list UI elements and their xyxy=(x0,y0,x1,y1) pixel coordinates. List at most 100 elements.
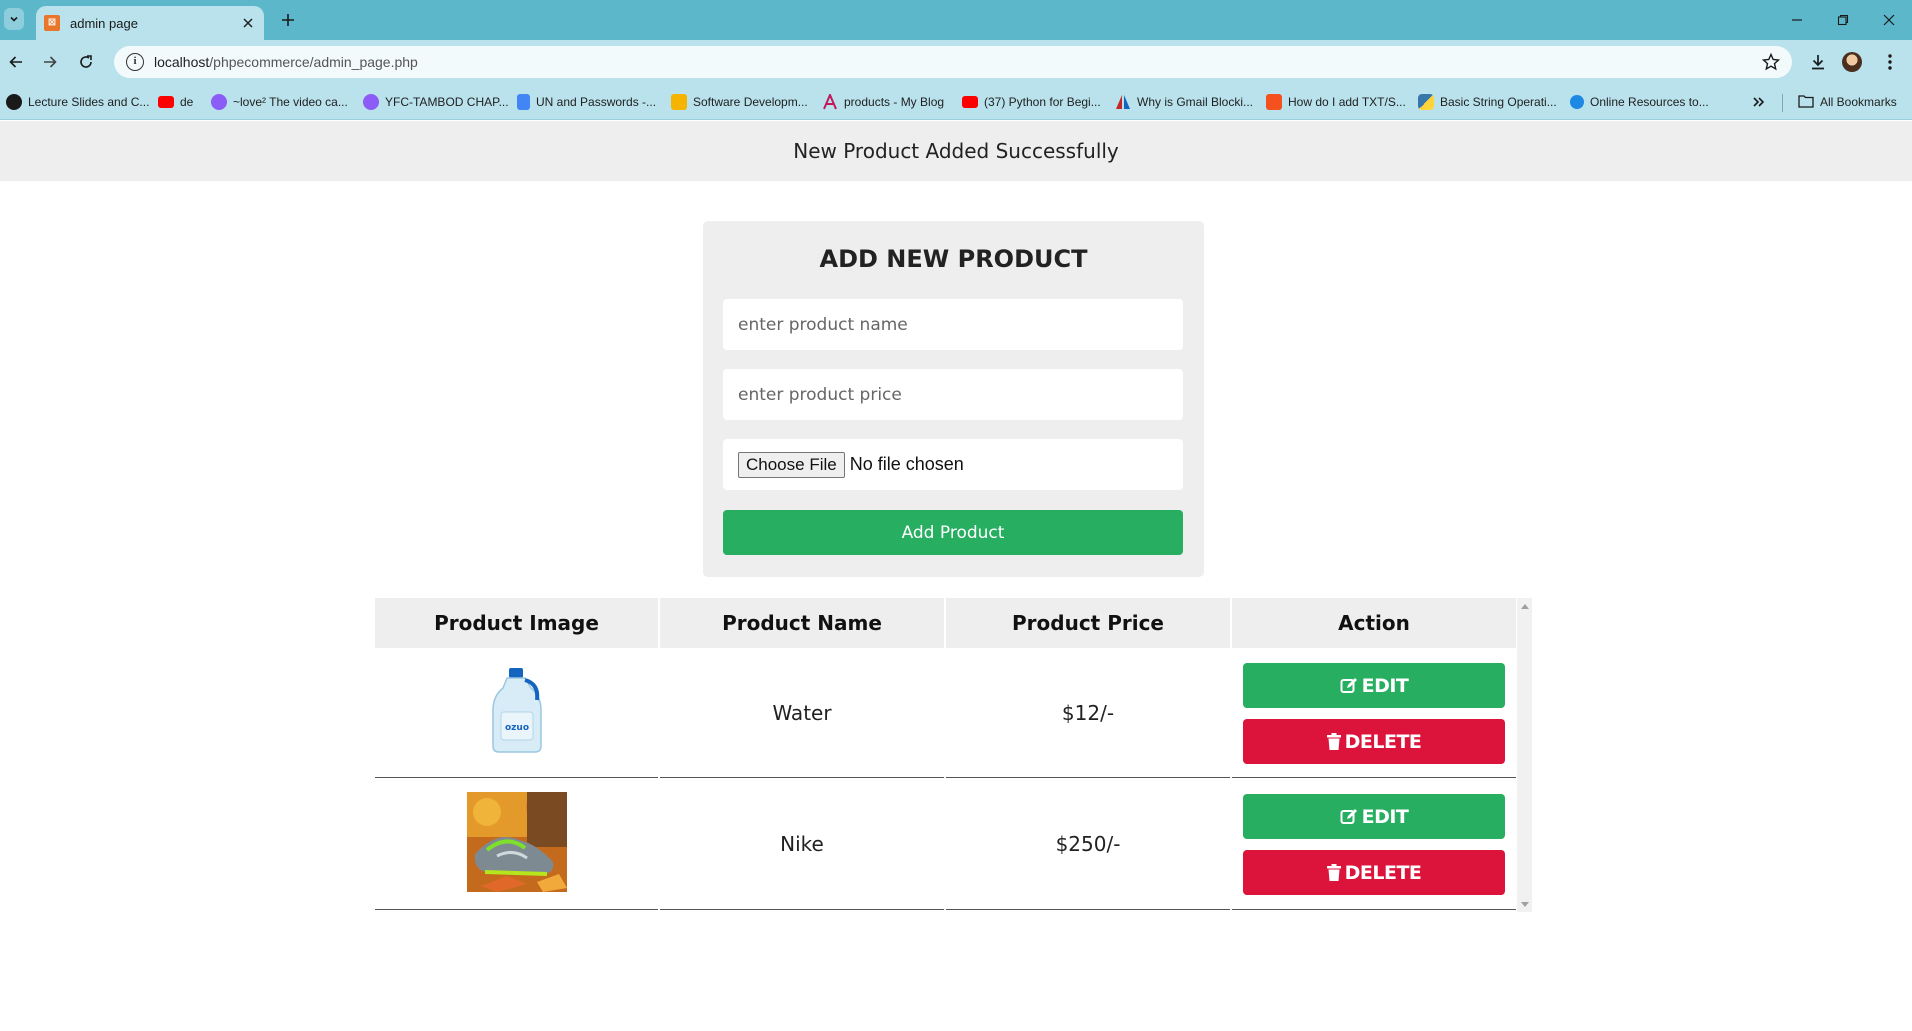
bookmark-item[interactable]: Basic String Operati... xyxy=(1418,93,1557,111)
all-bookmarks-button[interactable]: All Bookmarks xyxy=(1798,93,1897,111)
scroll-down-arrow-icon[interactable] xyxy=(1520,900,1529,909)
bookmark-label: Lecture Slides and C... xyxy=(28,95,150,109)
svg-text:ozuo: ozuo xyxy=(504,723,528,733)
product-name-placeholder: enter product name xyxy=(738,314,908,335)
delete-button[interactable]: DELETE xyxy=(1243,850,1505,895)
bookmark-item[interactable]: How do I add TXT/S... xyxy=(1266,93,1406,111)
messenger-icon xyxy=(363,94,379,110)
tab-close-icon[interactable] xyxy=(240,15,256,31)
edit-button[interactable]: EDIT xyxy=(1243,663,1505,708)
choose-file-button[interactable]: Choose File xyxy=(738,451,845,478)
bookmark-item[interactable]: Lecture Slides and C... xyxy=(6,93,149,111)
url-path: /phpecommerce/admin_page.php xyxy=(209,54,418,70)
docs-icon xyxy=(517,94,530,110)
bookmarks-divider xyxy=(1782,94,1783,112)
profile-avatar[interactable] xyxy=(1842,52,1862,72)
bookmark-item[interactable]: Software Developm... xyxy=(671,93,808,111)
product-name-text: Water xyxy=(772,700,832,725)
water-bottle-image: ozuo xyxy=(487,666,547,759)
product-image-file-input: Choose File No file chosen xyxy=(723,439,1183,490)
product-name-input[interactable]: enter product name xyxy=(723,299,1183,350)
table-row-name-cell: Nike xyxy=(660,779,944,910)
tab-search-chevron-icon[interactable] xyxy=(4,8,24,30)
tab-title: admin page xyxy=(70,15,138,31)
table-scrollbar[interactable] xyxy=(1517,598,1532,912)
delete-label: DELETE xyxy=(1344,730,1422,753)
new-tab-plus-icon[interactable] xyxy=(278,10,298,30)
edit-button[interactable]: EDIT xyxy=(1243,794,1505,839)
address-bar[interactable]: i localhost/phpecommerce/admin_page.php xyxy=(114,46,1792,78)
delete-button[interactable]: DELETE xyxy=(1243,719,1505,764)
blog-icon xyxy=(822,92,838,110)
bookmark-item[interactable]: Online Resources to... xyxy=(1570,93,1709,111)
bookmark-item[interactable]: ~love² The video ca... xyxy=(211,93,348,111)
delete-label: DELETE xyxy=(1344,861,1422,884)
edit-icon xyxy=(1340,677,1357,693)
scroll-up-arrow-icon[interactable] xyxy=(1520,601,1529,610)
header-action: Action xyxy=(1232,598,1516,648)
header-product-price: Product Price xyxy=(946,598,1230,648)
adobe-icon xyxy=(1115,94,1131,110)
lecture-icon xyxy=(6,94,22,110)
bookmark-label: ~love² The video ca... xyxy=(233,95,348,109)
browser-tab[interactable]: ⊠ admin page xyxy=(36,6,264,40)
product-price-input[interactable]: enter product price xyxy=(723,369,1183,420)
bookmark-item[interactable]: de xyxy=(158,93,193,111)
table-row-image-cell: ozuo xyxy=(375,648,658,778)
bookmarks-bar: Lecture Slides and C... de ~love² The vi… xyxy=(0,84,1912,120)
back-arrow-icon[interactable] xyxy=(4,50,28,74)
form-title: ADD NEW PRODUCT xyxy=(819,245,1088,273)
trash-icon xyxy=(1326,864,1341,881)
bookmarks-overflow-icon[interactable] xyxy=(1752,93,1766,111)
sneakers-image xyxy=(466,790,567,897)
bookmark-item[interactable]: products - My Blog xyxy=(822,92,944,111)
trash-icon xyxy=(1326,733,1341,750)
minimize-icon[interactable] xyxy=(1782,10,1812,30)
header-product-image: Product Image xyxy=(375,598,658,648)
edit-label: EDIT xyxy=(1361,805,1409,828)
bookmark-star-icon[interactable] xyxy=(1761,52,1781,75)
close-window-icon[interactable] xyxy=(1874,10,1904,30)
youtube-icon xyxy=(158,96,174,108)
bookmark-item[interactable]: UN and Passwords -... xyxy=(517,93,656,111)
bookmark-label: UN and Passwords -... xyxy=(536,95,657,109)
edit-icon xyxy=(1340,808,1357,824)
table-row-action-cell: EDIT DELETE xyxy=(1232,648,1516,778)
bookmark-item[interactable]: YFC-TAMBOD CHAP... xyxy=(363,93,509,111)
success-message-banner: New Product Added Successfully xyxy=(0,121,1912,181)
grid-icon xyxy=(671,94,687,110)
download-icon[interactable] xyxy=(1806,50,1830,74)
table-row-price-cell: $12/- xyxy=(946,648,1230,778)
product-price-text: $250/- xyxy=(1055,832,1121,856)
browser-toolbar: i localhost/phpecommerce/admin_page.php xyxy=(0,40,1912,84)
url-host: localhost xyxy=(154,54,210,70)
bookmark-item[interactable]: (37) Python for Begi... xyxy=(962,93,1101,111)
site-icon xyxy=(1266,94,1282,110)
bookmark-label: Online Resources to... xyxy=(1590,95,1709,109)
bookmark-label: (37) Python for Begi... xyxy=(984,95,1101,109)
product-name-text: Nike xyxy=(780,832,824,856)
product-price-text: $12/- xyxy=(1061,700,1115,725)
file-status-text: No file chosen xyxy=(849,454,964,474)
bookmark-label: How do I add TXT/S... xyxy=(1288,95,1406,109)
xampp-favicon-icon: ⊠ xyxy=(44,15,60,31)
products-table: Product Image Product Name Product Price… xyxy=(375,598,1533,912)
bookmark-label: YFC-TAMBOD CHAP... xyxy=(385,95,509,109)
restore-icon[interactable] xyxy=(1828,10,1858,30)
add-product-button[interactable]: Add Product xyxy=(723,510,1183,555)
messenger-icon xyxy=(211,94,227,110)
bookmark-label: de xyxy=(180,95,194,109)
bookmark-label: Why is Gmail Blocki... xyxy=(1137,95,1254,109)
bookmark-label: Software Developm... xyxy=(693,95,808,109)
add-product-form: ADD NEW PRODUCT enter product name enter… xyxy=(703,221,1204,577)
reload-icon[interactable] xyxy=(74,50,98,74)
forward-arrow-icon[interactable] xyxy=(38,50,62,74)
edit-label: EDIT xyxy=(1361,674,1409,697)
bookmark-label: Basic String Operati... xyxy=(1440,95,1557,109)
product-price-placeholder: enter product price xyxy=(738,384,902,405)
folder-icon xyxy=(1798,94,1814,110)
site-info-icon[interactable]: i xyxy=(126,53,144,71)
more-menu-icon[interactable] xyxy=(1878,50,1902,74)
youtube-icon xyxy=(962,96,978,108)
bookmark-item[interactable]: Why is Gmail Blocki... xyxy=(1115,93,1253,111)
